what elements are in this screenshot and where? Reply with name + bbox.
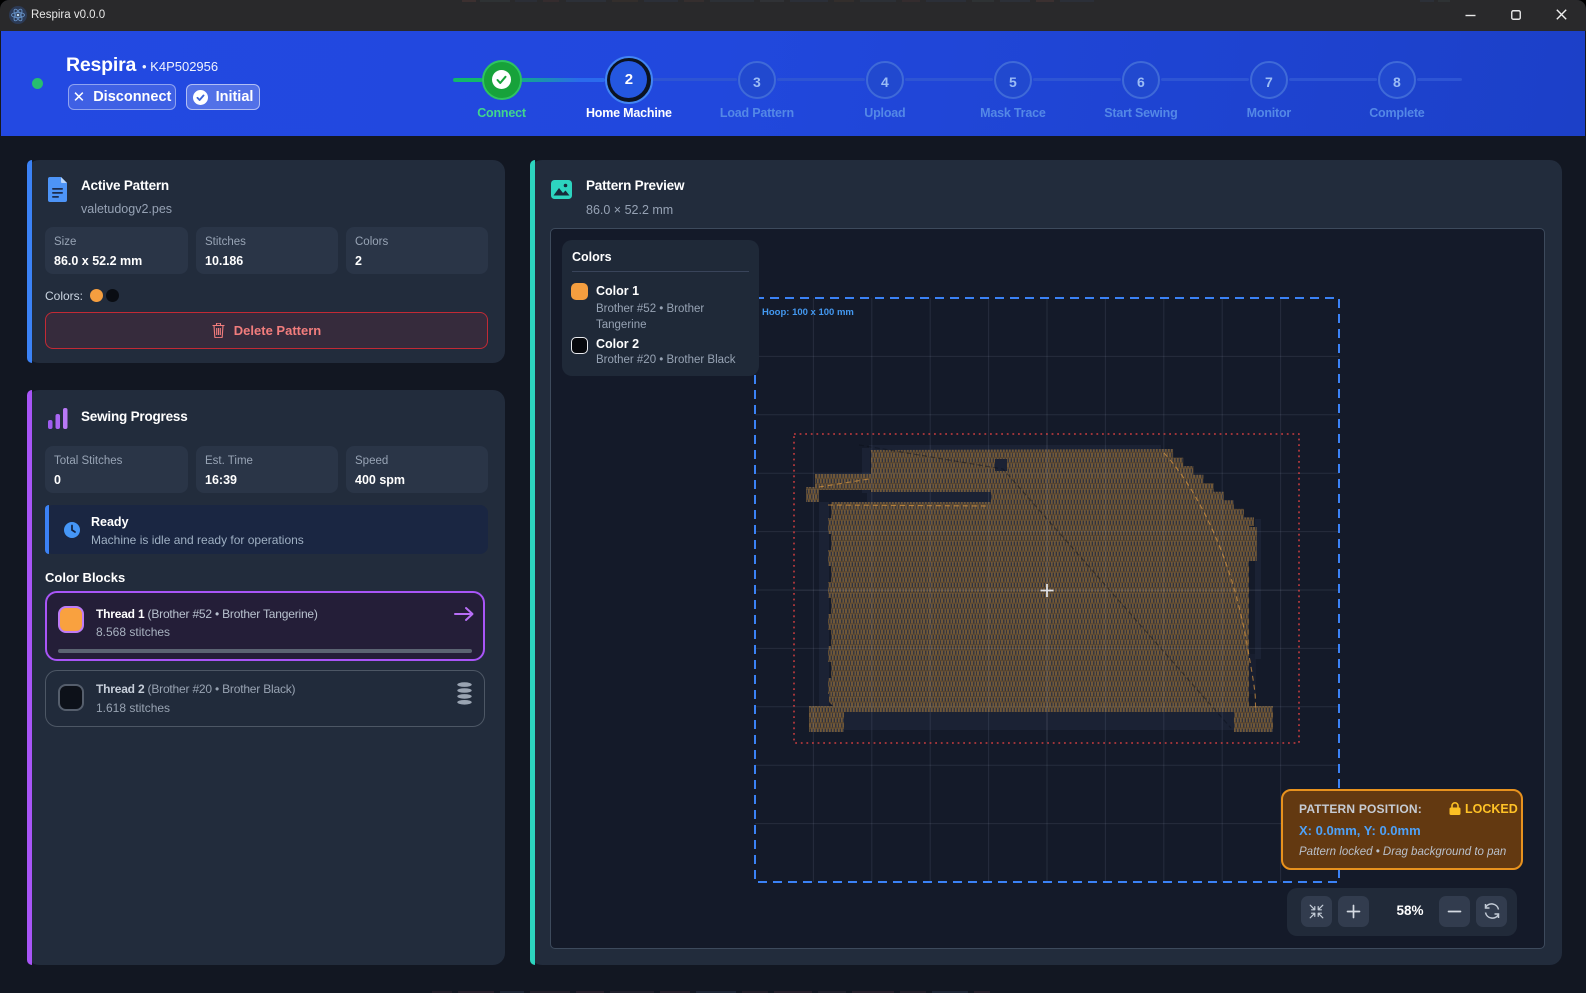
svg-text:Hoop: 100 x 100 mm: Hoop: 100 x 100 mm — [762, 307, 854, 318]
